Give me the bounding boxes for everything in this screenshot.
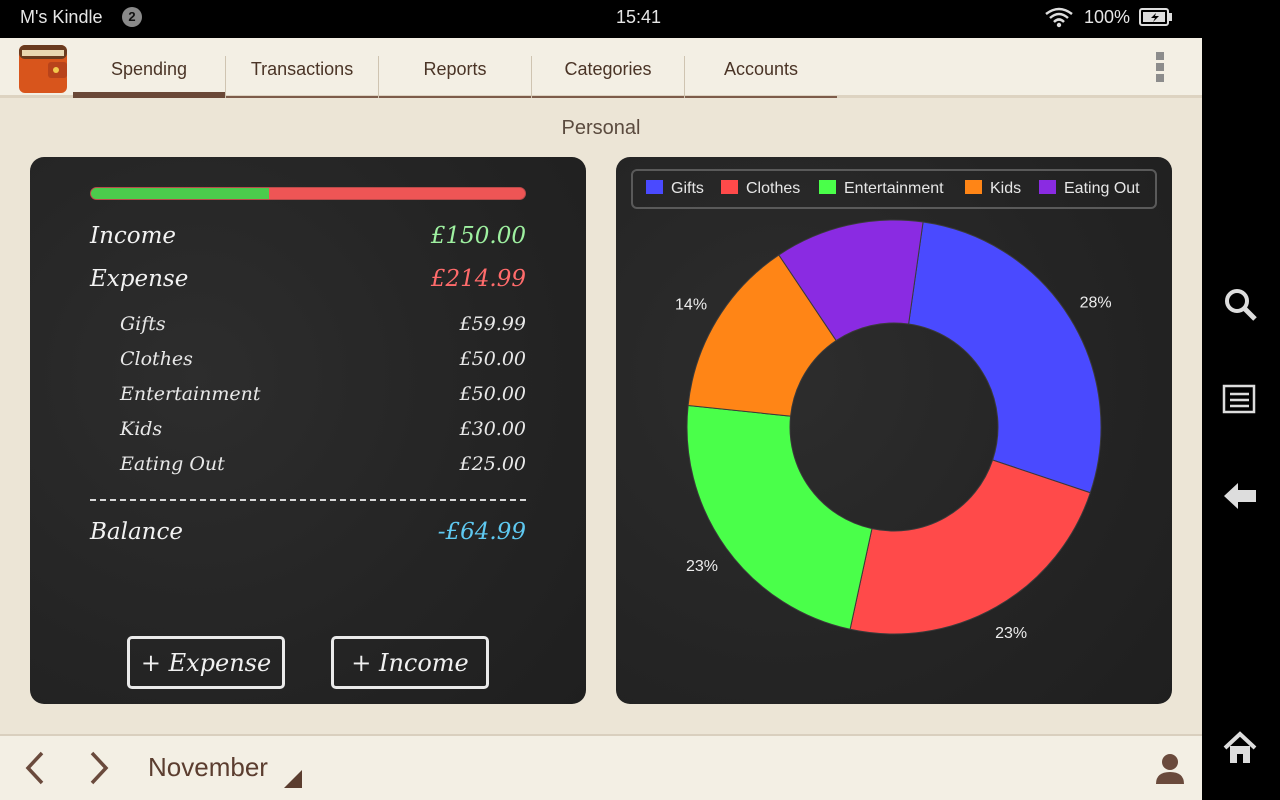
- wallet-logo-icon[interactable]: [18, 44, 68, 94]
- legend-swatch: [1039, 180, 1056, 194]
- category-amount: £59.99: [459, 313, 526, 335]
- back-icon[interactable]: [1222, 480, 1258, 512]
- summary-board: Income £150.00 Expense £214.99 Gifts £59…: [30, 157, 586, 704]
- donut-slice-clothes: [849, 459, 1091, 635]
- menu-icon[interactable]: [1222, 384, 1258, 416]
- legend-swatch: [721, 180, 738, 194]
- legend-item: Entertainment: [819, 180, 944, 200]
- clock: 15:41: [616, 7, 662, 27]
- category-row: Gifts £59.99: [90, 313, 526, 343]
- donut-slice-entertainment: [686, 404, 873, 630]
- category-label: Clothes: [120, 348, 193, 370]
- legend-item: Eating Out: [1039, 180, 1140, 200]
- expense-amount: £214.99: [430, 266, 526, 292]
- chevron-right-icon[interactable]: [84, 750, 114, 786]
- balance-row: Balance -£64.99: [90, 519, 526, 549]
- chevron-left-icon[interactable]: [20, 750, 50, 786]
- legend-swatch: [965, 180, 982, 194]
- category-amount: £30.00: [459, 418, 526, 440]
- legend-item: Gifts: [646, 180, 704, 200]
- category-row: Eating Out £25.00: [90, 453, 526, 483]
- expense-row: Expense £214.99: [90, 266, 526, 296]
- category-amount: £25.00: [459, 453, 526, 475]
- category-amount: £50.00: [459, 383, 526, 405]
- expense-label: Expense: [90, 266, 189, 292]
- dropdown-triangle-icon[interactable]: [283, 769, 303, 789]
- income-label: Income: [90, 223, 177, 249]
- donut-percent-label: 23%: [686, 558, 718, 575]
- tab-spending[interactable]: Spending: [73, 38, 225, 98]
- category-label: Eating Out: [120, 453, 225, 475]
- chart-board: Gifts Clothes Entertainment Kids Eating …: [616, 157, 1172, 704]
- profile-icon[interactable]: [1154, 750, 1186, 786]
- legend-item: Clothes: [721, 180, 800, 200]
- status-bar: M's Kindle 2 15:41 100%: [0, 0, 1202, 38]
- donut-percent-label: 14%: [675, 297, 707, 314]
- top-nav: Spending Transactions Reports Categories…: [0, 38, 1202, 98]
- home-icon[interactable]: [1222, 730, 1258, 766]
- category-row: Entertainment £50.00: [90, 383, 526, 413]
- month-selector[interactable]: November: [148, 752, 268, 783]
- income-ratio-fill: [91, 188, 269, 199]
- add-income-button[interactable]: + Income: [331, 636, 489, 689]
- income-row: Income £150.00: [90, 223, 526, 253]
- tab-categories[interactable]: Categories: [532, 38, 684, 98]
- account-title: Personal: [561, 117, 641, 139]
- battery-percent: 100%: [1084, 7, 1131, 27]
- dashed-divider: [90, 499, 526, 501]
- chart-legend: Gifts Clothes Entertainment Kids Eating …: [631, 169, 1157, 209]
- tab-accounts[interactable]: Accounts: [685, 38, 837, 98]
- notification-badge[interactable]: 2: [122, 7, 142, 27]
- spending-donut-chart: 28%23%23%14%12%: [675, 219, 1112, 642]
- legend-item: Kids: [965, 180, 1021, 200]
- legend-swatch: [819, 180, 836, 194]
- income-expense-ratio-bar: [90, 187, 526, 200]
- tab-reports[interactable]: Reports: [379, 38, 531, 98]
- category-label: Kids: [120, 418, 163, 440]
- income-amount: £150.00: [430, 223, 526, 249]
- tab-transactions[interactable]: Transactions: [226, 38, 378, 98]
- donut-percent-label: 28%: [1080, 294, 1112, 311]
- donut-slice-gifts: [908, 221, 1102, 494]
- wifi-icon: [1045, 7, 1073, 28]
- search-icon[interactable]: [1222, 286, 1258, 322]
- donut-percent-label: 23%: [995, 625, 1027, 642]
- device-name: M's Kindle: [20, 7, 103, 27]
- balance-label: Balance: [90, 519, 183, 545]
- category-row: Kids £30.00: [90, 418, 526, 448]
- app-window: Spending Transactions Reports Categories…: [0, 38, 1202, 800]
- category-label: Entertainment: [120, 383, 261, 405]
- add-expense-button[interactable]: + Expense: [127, 636, 285, 689]
- category-label: Gifts: [120, 313, 166, 335]
- battery-icon: [1139, 8, 1172, 26]
- category-amount: £50.00: [459, 348, 526, 370]
- balance-amount: -£64.99: [437, 519, 526, 545]
- bottom-bar: November: [0, 734, 1202, 800]
- category-row: Clothes £50.00: [90, 348, 526, 378]
- system-bar: [1202, 0, 1280, 800]
- overflow-menu-icon[interactable]: [1152, 52, 1168, 86]
- legend-swatch: [646, 180, 663, 194]
